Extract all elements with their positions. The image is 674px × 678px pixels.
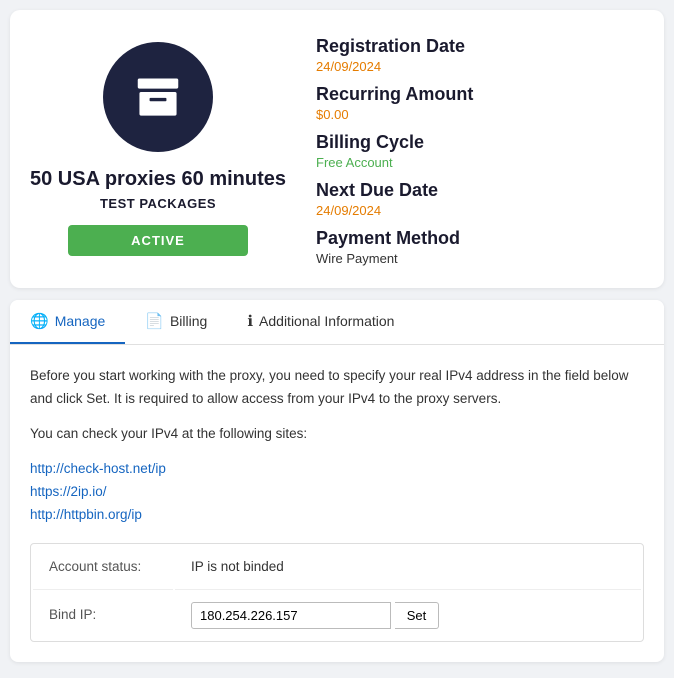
- tab-billing[interactable]: 📄 Billing: [125, 300, 227, 344]
- globe-icon: 🌐: [30, 312, 49, 330]
- product-icon-circle: [103, 42, 213, 152]
- billing-label: Billing Cycle: [316, 132, 644, 153]
- set-button[interactable]: Set: [395, 602, 440, 629]
- bind-ip-input[interactable]: [191, 602, 391, 629]
- status-badge: ACTIVE: [68, 225, 248, 256]
- table-row-account-status: Account status: IP is not binded: [33, 546, 641, 590]
- bind-ip-cell: Set: [175, 592, 641, 639]
- tab-manage-content: Before you start working with the proxy,…: [10, 345, 664, 662]
- link-check-host[interactable]: http://check-host.net/ip: [30, 458, 644, 481]
- account-status-label: Account status:: [33, 546, 173, 590]
- links-intro: You can check your IPv4 at the following…: [30, 423, 644, 446]
- next-due-value: 24/09/2024: [316, 203, 644, 218]
- tab-additional-info[interactable]: ℹ Additional Information: [227, 300, 414, 344]
- info-table: Account status: IP is not binded Bind IP…: [30, 543, 644, 642]
- account-status-value: IP is not binded: [175, 546, 641, 590]
- tab-manage-label: Manage: [55, 313, 106, 329]
- recurring-value: $0.00: [316, 107, 644, 122]
- table-row-bind-ip: Bind IP: Set: [33, 592, 641, 639]
- link-2ip[interactable]: https://2ip.io/: [30, 481, 644, 504]
- archive-box-icon: [131, 70, 185, 124]
- recurring-label: Recurring Amount: [316, 84, 644, 105]
- billing-value: Free Account: [316, 155, 644, 170]
- product-left: 50 USA proxies 60 minutes TEST PACKAGES …: [30, 42, 286, 256]
- tab-manage[interactable]: 🌐 Manage: [10, 300, 125, 344]
- tabs-header: 🌐 Manage 📄 Billing ℹ Additional Informat…: [10, 300, 664, 345]
- payment-label: Payment Method: [316, 228, 644, 249]
- registration-value: 24/09/2024: [316, 59, 644, 74]
- payment-value: Wire Payment: [316, 251, 644, 266]
- product-card: 50 USA proxies 60 minutes TEST PACKAGES …: [10, 10, 664, 288]
- tab-billing-label: Billing: [170, 313, 207, 329]
- document-icon: 📄: [145, 312, 164, 330]
- product-details: Registration Date 24/09/2024 Recurring A…: [316, 30, 644, 268]
- product-subtitle: TEST PACKAGES: [100, 196, 216, 211]
- product-title: 50 USA proxies 60 minutes: [30, 166, 286, 192]
- info-icon: ℹ: [247, 312, 253, 330]
- tab-additional-info-label: Additional Information: [259, 313, 394, 329]
- next-due-label: Next Due Date: [316, 180, 644, 201]
- manage-description: Before you start working with the proxy,…: [30, 365, 644, 411]
- registration-label: Registration Date: [316, 36, 644, 57]
- link-httpbin[interactable]: http://httpbin.org/ip: [30, 504, 644, 527]
- bind-ip-label: Bind IP:: [33, 592, 173, 639]
- tabs-container: 🌐 Manage 📄 Billing ℹ Additional Informat…: [10, 300, 664, 662]
- links-section: http://check-host.net/ip https://2ip.io/…: [30, 458, 644, 527]
